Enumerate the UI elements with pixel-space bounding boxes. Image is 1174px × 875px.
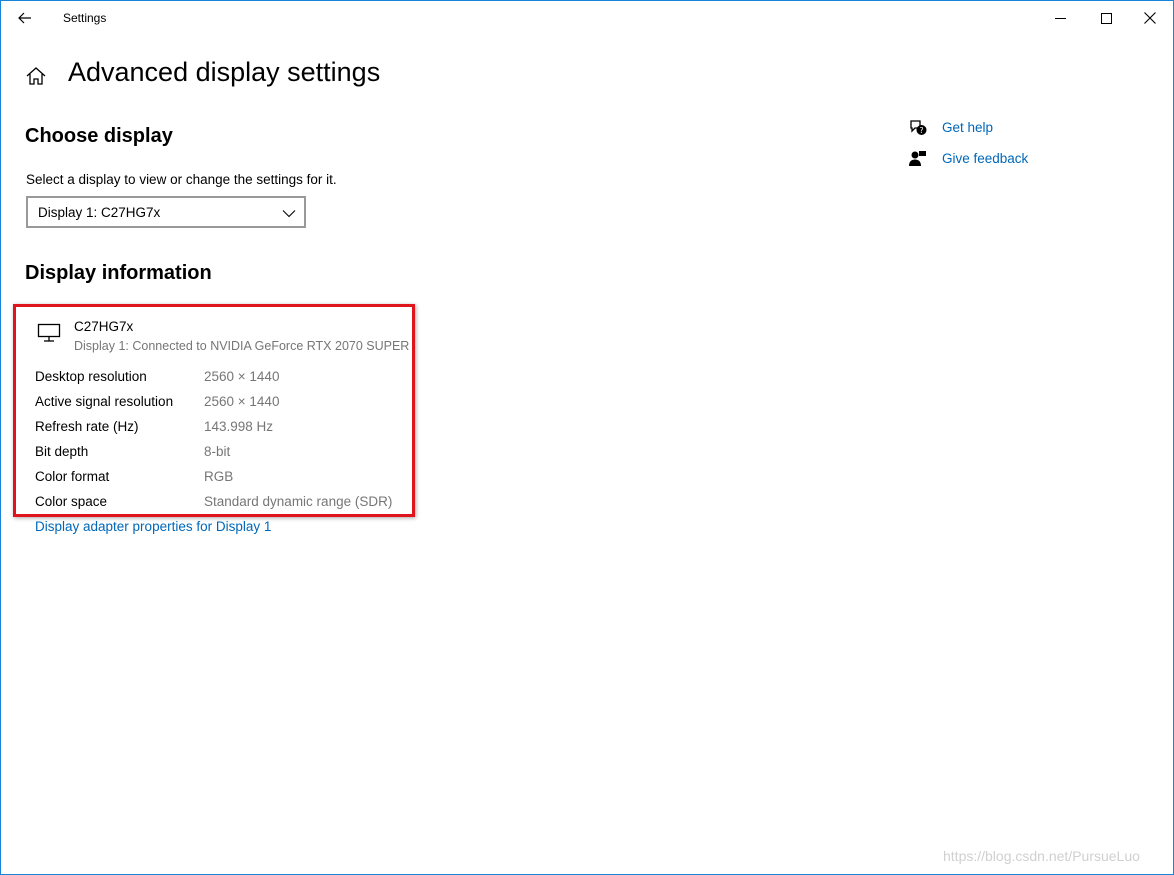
close-button[interactable] (1127, 1, 1173, 35)
get-help-text: Get help (942, 120, 994, 135)
window-title: Settings (63, 11, 107, 25)
info-value: Standard dynamic range (SDR) (204, 494, 393, 509)
info-value: 2560 × 1440 (204, 369, 280, 384)
give-feedback-text: Give feedback (942, 151, 1029, 166)
info-value: 2560 × 1440 (204, 394, 280, 409)
info-row-color-space: Color space Standard dynamic range (SDR) (35, 494, 415, 514)
info-label: Bit depth (35, 444, 89, 459)
home-icon[interactable] (25, 65, 47, 87)
choose-display-heading: Choose display (25, 125, 173, 147)
minimize-button[interactable] (1037, 1, 1083, 35)
close-icon (1144, 12, 1156, 24)
watermark-text: https://blog.csdn.net/PursueLuo (943, 848, 1140, 864)
info-row-bit-depth: Bit depth 8-bit (35, 444, 415, 464)
display-select-dropdown[interactable]: Display 1: C27HG7x (26, 196, 306, 228)
info-label: Refresh rate (Hz) (35, 419, 139, 434)
chevron-down-icon (282, 210, 296, 218)
info-row-active-signal-resolution: Active signal resolution 2560 × 1440 (35, 394, 415, 414)
maximize-button[interactable] (1083, 1, 1129, 35)
info-value: RGB (204, 469, 234, 484)
monitor-icon (37, 323, 61, 342)
settings-window: Settings Advanced display settings Choos… (0, 0, 1174, 875)
give-feedback-link[interactable]: Give feedback (908, 149, 1108, 171)
info-row-refresh-rate: Refresh rate (Hz) 143.998 Hz (35, 419, 415, 439)
monitor-name: C27HG7x (74, 319, 134, 334)
info-row-color-format: Color format RGB (35, 469, 415, 489)
minimize-icon (1054, 17, 1066, 19)
info-value: 8-bit (204, 444, 231, 459)
display-adapter-properties-link[interactable]: Display adapter properties for Display 1 (35, 519, 271, 534)
feedback-person-icon (909, 151, 926, 166)
help-chat-icon: ? (910, 120, 927, 135)
page-title: Advanced display settings (68, 57, 381, 87)
title-bar: Settings (1, 1, 1173, 35)
maximize-icon (1100, 12, 1112, 24)
info-row-desktop-resolution: Desktop resolution 2560 × 1440 (35, 369, 415, 389)
display-information-heading: Display information (25, 262, 212, 284)
info-label: Desktop resolution (35, 369, 147, 384)
select-display-label: Select a display to view or change the s… (26, 172, 337, 187)
info-label: Color space (35, 494, 108, 509)
svg-text:?: ? (919, 126, 923, 135)
back-button[interactable] (9, 3, 41, 33)
back-arrow-icon (18, 12, 31, 24)
dropdown-selected-value: Display 1: C27HG7x (38, 205, 161, 220)
info-label: Active signal resolution (35, 394, 174, 409)
monitor-connection: Display 1: Connected to NVIDIA GeForce R… (74, 339, 410, 353)
info-label: Color format (35, 469, 110, 484)
get-help-link[interactable]: ? Get help (908, 118, 1108, 140)
info-value: 143.998 Hz (204, 419, 274, 434)
